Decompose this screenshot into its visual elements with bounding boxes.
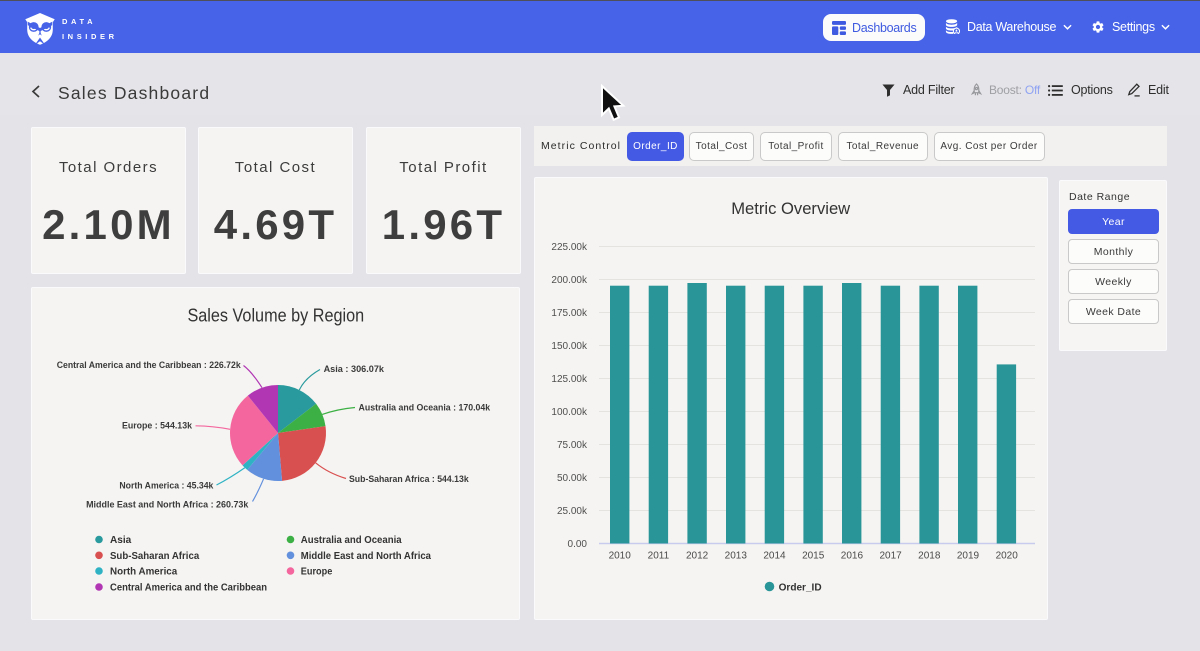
- svg-text:Metric Overview: Metric Overview: [731, 199, 851, 218]
- svg-text:2016: 2016: [841, 550, 864, 561]
- svg-text:2010: 2010: [609, 550, 632, 561]
- svg-text:2014: 2014: [763, 550, 786, 561]
- svg-text:Europe : 544.13k: Europe : 544.13k: [122, 420, 193, 430]
- svg-text:75.00k: 75.00k: [557, 440, 588, 451]
- svg-text:Asia : 306.07k: Asia : 306.07k: [324, 364, 385, 374]
- svg-text:Middle East and North Africa: Middle East and North Africa: [301, 550, 431, 562]
- svg-text:50.00k: 50.00k: [557, 473, 588, 484]
- svg-text:Europe: Europe: [301, 566, 333, 578]
- svg-text:Sub-Saharan Africa: Sub-Saharan Africa: [110, 550, 199, 562]
- svg-text:2018: 2018: [918, 550, 941, 561]
- svg-text:Central America and the Caribb: Central America and the Caribbean: [110, 582, 267, 594]
- svg-text:Sub-Saharan Africa : 544.13k: Sub-Saharan Africa : 544.13k: [349, 474, 469, 484]
- svg-text:Australia and Oceania: Australia and Oceania: [301, 534, 402, 546]
- svg-text:Order_ID: Order_ID: [779, 583, 822, 594]
- svg-text:Sales Volume by Region: Sales Volume by Region: [187, 305, 364, 325]
- svg-text:Asia: Asia: [110, 534, 131, 546]
- svg-text:150.00k: 150.00k: [551, 341, 588, 352]
- svg-text:2019: 2019: [957, 550, 980, 561]
- svg-text:2015: 2015: [802, 550, 825, 561]
- svg-text:Australia and Oceania : 170.04: Australia and Oceania : 170.04k: [359, 403, 491, 413]
- svg-text:Central America and the Caribb: Central America and the Caribbean : 226.…: [57, 360, 242, 370]
- svg-text:2012: 2012: [686, 550, 709, 561]
- svg-text:225.00k: 225.00k: [551, 242, 588, 253]
- svg-text:2013: 2013: [725, 550, 748, 561]
- svg-text:2017: 2017: [879, 550, 902, 561]
- svg-text:2020: 2020: [996, 550, 1019, 561]
- svg-text:Middle East and North Africa :: Middle East and North Africa : 260.73k: [86, 500, 249, 510]
- svg-text:100.00k: 100.00k: [551, 407, 588, 418]
- svg-text:25.00k: 25.00k: [557, 506, 588, 517]
- svg-text:0.00: 0.00: [568, 539, 588, 550]
- svg-text:125.00k: 125.00k: [551, 374, 588, 385]
- svg-text:North America: North America: [110, 566, 177, 578]
- svg-text:North America : 45.34k: North America : 45.34k: [119, 481, 214, 491]
- svg-text:200.00k: 200.00k: [551, 275, 588, 286]
- svg-text:175.00k: 175.00k: [551, 308, 588, 319]
- svg-text:2011: 2011: [648, 550, 670, 561]
